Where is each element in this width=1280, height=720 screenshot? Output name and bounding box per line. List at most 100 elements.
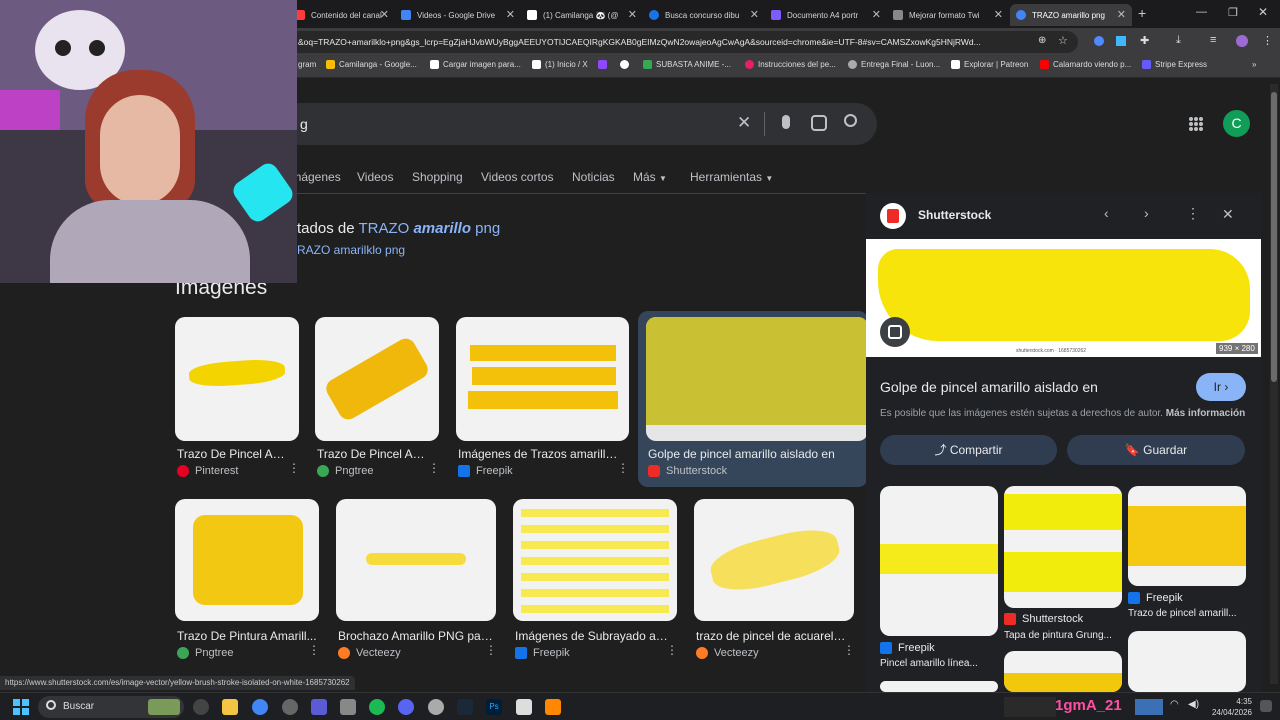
result-source[interactable]: Freepik	[458, 465, 513, 477]
more-options-icon[interactable]: ⋮	[428, 462, 440, 474]
close-tab-icon[interactable]: ✕	[380, 8, 389, 21]
related-image[interactable]	[1128, 631, 1246, 692]
related-image[interactable]	[880, 486, 998, 636]
extensions-puzzle-icon[interactable]: ✚	[1140, 34, 1149, 47]
related-image[interactable]	[1128, 486, 1246, 586]
close-icon[interactable]: ✕	[1222, 206, 1234, 223]
bookmark-item[interactable]: Instrucciones del pe...	[745, 60, 836, 69]
more-options-icon[interactable]: ⋮	[485, 644, 497, 656]
extension-icon[interactable]	[1094, 36, 1104, 46]
results-query[interactable]: TRAZO	[358, 220, 413, 237]
bookmark-item[interactable]	[598, 60, 611, 69]
steam-icon[interactable]	[457, 699, 473, 715]
result-source[interactable]: Vecteezy	[696, 647, 759, 659]
lens-icon[interactable]	[811, 115, 827, 131]
bookmark-item[interactable]: Cargar imagen para...	[430, 60, 521, 69]
tools-button[interactable]: Herramientas ▼	[690, 170, 773, 184]
tab-short-videos[interactable]: Videos cortos	[481, 170, 554, 184]
tab-videos[interactable]: Videos	[357, 170, 393, 184]
tab-item-active[interactable]: TRAZO amarillo png ✕	[1010, 4, 1132, 26]
close-tab-icon[interactable]: ✕	[750, 8, 759, 21]
notepad-icon[interactable]	[516, 699, 532, 715]
more-options-icon[interactable]: ⋮	[617, 462, 629, 474]
result-source[interactable]: Pngtree	[317, 465, 374, 477]
visit-button[interactable]: Ir ›	[1196, 373, 1246, 401]
tab-item[interactable]: Mejorar formato Twi ✕	[887, 4, 1009, 26]
tab-shopping[interactable]: Shopping	[412, 170, 463, 184]
tab-item[interactable]: (1) Camilanga 🐼 (@ ✕	[521, 4, 643, 26]
result-title[interactable]: Brochazo Amarillo PNG par...	[338, 629, 494, 643]
close-tab-icon[interactable]: ✕	[994, 8, 1003, 21]
search-icon[interactable]	[844, 114, 857, 127]
related-source[interactable]: Freepik	[1128, 592, 1183, 604]
scrollbar[interactable]	[1270, 84, 1278, 684]
notification-icon[interactable]	[1260, 700, 1272, 712]
bookmark-item[interactable]: Explorar | Patreon	[951, 60, 1028, 69]
taskbar-search[interactable]: Buscar	[38, 696, 184, 718]
tab-item[interactable]: Documento A4 portr ✕	[765, 4, 887, 26]
more-options-icon[interactable]: ⋮	[666, 644, 678, 656]
close-tab-icon[interactable]: ✕	[628, 8, 637, 21]
apps-grid-icon[interactable]	[1189, 117, 1203, 131]
lens-search-icon[interactable]	[880, 317, 910, 347]
tab-item[interactable]: Videos - Google Drive ✕	[395, 4, 521, 26]
search-input[interactable]: g ✕	[250, 103, 877, 145]
preview-image[interactable]: shutterstock.com · 1685730262	[866, 239, 1261, 357]
result-source[interactable]: Pngtree	[177, 647, 234, 659]
result-title[interactable]: trazo de pincel de acuarela ...	[696, 629, 852, 643]
next-icon[interactable]: ›	[1144, 205, 1149, 221]
image-result[interactable]	[456, 317, 629, 441]
bookmark-item[interactable]: SUBASTA ANIME -...	[643, 60, 731, 69]
bookmark-item[interactable]	[620, 60, 633, 69]
previous-icon[interactable]: ‹	[1104, 205, 1109, 221]
tab-news[interactable]: Noticias	[572, 170, 615, 184]
result-title[interactable]: Trazo De Pintura Amarill...	[177, 629, 317, 643]
image-result[interactable]	[694, 499, 854, 621]
bookmark-item[interactable]: (1) Inicio / X	[532, 60, 588, 69]
close-tab-icon[interactable]: ✕	[1117, 8, 1126, 21]
share-button[interactable]: ⤴ Compartir	[880, 435, 1057, 465]
new-tab-icon[interactable]: +	[1138, 5, 1146, 21]
result-title[interactable]: Golpe de pincel amarillo aislado en	[648, 447, 862, 461]
clear-icon[interactable]: ✕	[737, 113, 751, 133]
minimize-icon[interactable]: —	[1196, 6, 1207, 18]
extension-icon[interactable]	[1116, 36, 1126, 46]
tray-icon[interactable]	[1135, 699, 1163, 715]
result-source[interactable]: Vecteezy	[338, 647, 401, 659]
result-title[interactable]: Trazo De Pincel Am...	[177, 447, 289, 461]
download-icon[interactable]: ⤓	[1176, 34, 1181, 47]
related-title[interactable]: Tapa de pintura Grung...	[1004, 630, 1122, 641]
image-result[interactable]	[175, 317, 299, 441]
more-options-icon[interactable]: ⋮	[1186, 205, 1200, 222]
results-query-bold[interactable]: amarillo	[413, 220, 471, 237]
result-source[interactable]: Freepik	[515, 647, 570, 659]
profile-avatar[interactable]	[1236, 35, 1248, 47]
app-icon[interactable]	[311, 699, 327, 715]
more-bookmarks-icon[interactable]: »	[1252, 60, 1256, 69]
result-title[interactable]: Trazo De Pincel Am...	[317, 447, 429, 461]
tab-item[interactable]: Contenido del canal ✕	[289, 4, 395, 26]
discord-icon[interactable]	[398, 699, 414, 715]
spotify-icon[interactable]	[369, 699, 385, 715]
media-icon[interactable]: ≡	[1210, 34, 1216, 46]
zoom-icon[interactable]: ⊕	[1038, 35, 1046, 46]
tab-item[interactable]: Busca concurso dibu ✕	[643, 4, 765, 26]
restore-icon[interactable]: ❐	[1228, 6, 1238, 19]
bookmark-item[interactable]: gram	[298, 60, 316, 69]
vlc-icon[interactable]	[545, 699, 561, 715]
related-image[interactable]	[1004, 486, 1122, 608]
app-icon[interactable]	[340, 699, 356, 715]
photoshop-icon[interactable]: Ps	[486, 699, 502, 715]
bookmark-item[interactable]: Calamardo viendo p...	[1040, 60, 1131, 69]
result-title[interactable]: Imágenes de Subrayado am...	[515, 629, 675, 643]
more-info-link[interactable]: Más información	[1166, 408, 1245, 419]
related-image[interactable]	[1004, 651, 1122, 692]
related-image[interactable]	[880, 681, 998, 692]
panel-source-name[interactable]: Shutterstock	[918, 208, 991, 222]
chrome-icon[interactable]	[252, 699, 268, 715]
related-title[interactable]: Pincel amarillo línea...	[880, 658, 998, 669]
related-source[interactable]: Freepik	[880, 642, 935, 654]
image-result[interactable]	[175, 499, 319, 621]
result-source[interactable]: Shutterstock	[648, 465, 727, 477]
panel-title[interactable]: Golpe de pincel amarillo aislado en	[880, 379, 1098, 395]
